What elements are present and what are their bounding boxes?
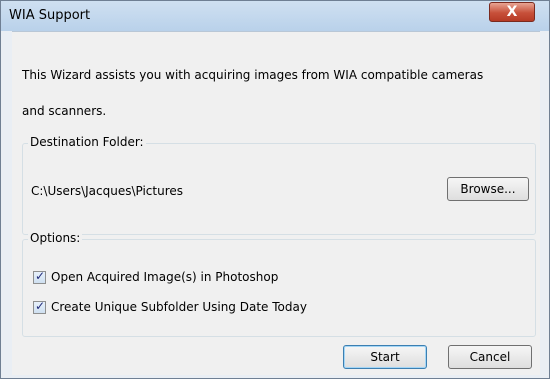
destination-folder-group: Destination Folder: C:\Users\Jacques\Pic… bbox=[22, 135, 536, 235]
browse-button[interactable]: Browse... bbox=[447, 177, 529, 201]
open-in-photoshop-label[interactable]: Open Acquired Image(s) in Photoshop bbox=[51, 270, 278, 284]
checkmark-icon: ✓ bbox=[35, 299, 46, 313]
intro-text-line1: This Wizard assists you with acquiring i… bbox=[22, 68, 484, 82]
close-icon: X bbox=[506, 4, 518, 20]
intro-text-line2: and scanners. bbox=[22, 104, 107, 118]
options-label: Options: bbox=[28, 231, 83, 245]
options-group: Options: ✓ Open Acquired Image(s) in Pho… bbox=[22, 231, 536, 337]
unique-subfolder-label[interactable]: Create Unique Subfolder Using Date Today bbox=[51, 300, 307, 314]
start-button[interactable]: Start bbox=[343, 345, 427, 369]
checkmark-icon: ✓ bbox=[35, 269, 46, 283]
wia-support-dialog: WIA Support X This Wizard assists you wi… bbox=[0, 0, 550, 379]
title-bar[interactable]: WIA Support X bbox=[1, 1, 549, 31]
close-button[interactable]: X bbox=[489, 2, 535, 22]
destination-folder-label: Destination Folder: bbox=[28, 135, 146, 149]
unique-subfolder-checkbox[interactable]: ✓ bbox=[33, 299, 46, 314]
cancel-button[interactable]: Cancel bbox=[448, 345, 532, 369]
window-title: WIA Support bbox=[9, 8, 91, 23]
open-in-photoshop-checkbox[interactable]: ✓ bbox=[33, 269, 46, 284]
destination-path: C:\Users\Jacques\Pictures bbox=[31, 184, 184, 198]
dialog-body: This Wizard assists you with acquiring i… bbox=[12, 31, 540, 375]
